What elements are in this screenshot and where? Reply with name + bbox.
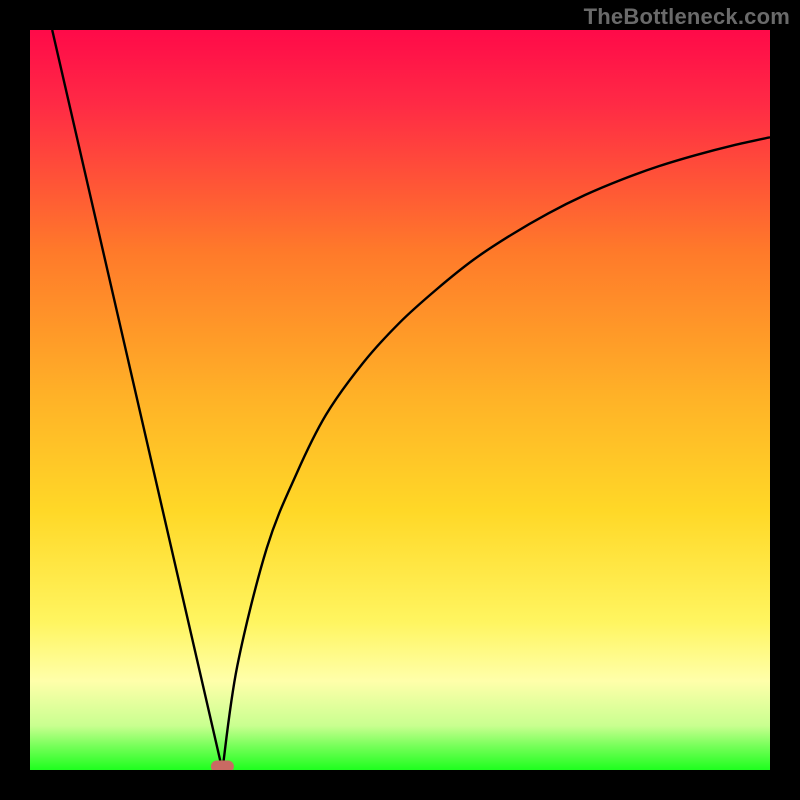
watermark-text: TheBottleneck.com	[584, 4, 790, 30]
gradient-background	[30, 30, 770, 770]
chart-svg	[30, 30, 770, 770]
minimum-marker	[211, 761, 233, 770]
optimum-marker	[211, 761, 233, 770]
plot-area	[30, 30, 770, 770]
chart-frame: TheBottleneck.com	[0, 0, 800, 800]
